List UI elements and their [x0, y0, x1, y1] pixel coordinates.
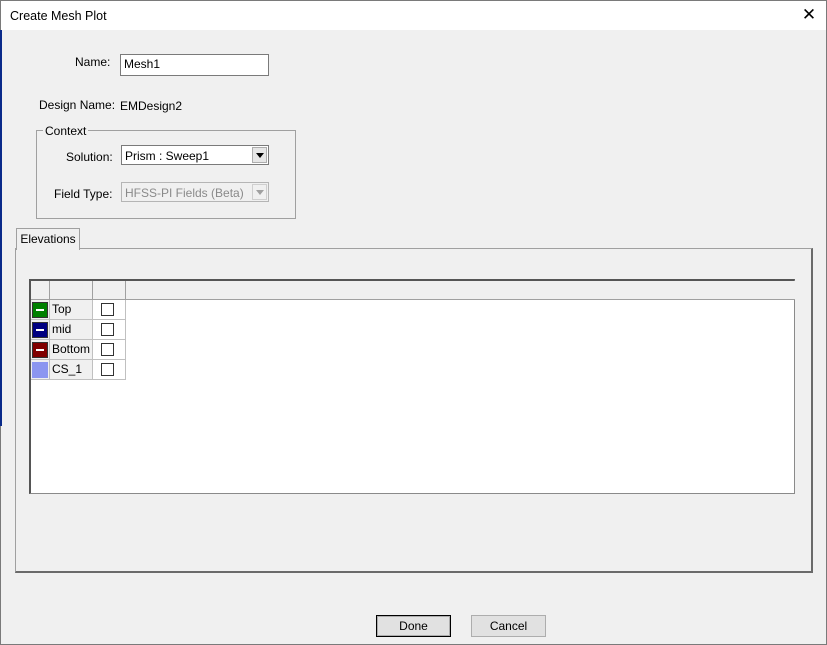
table-row[interactable]: Bottom [31, 340, 126, 360]
name-label: Name: [75, 55, 111, 69]
grid-corner-header [31, 281, 50, 300]
elevation-checkbox[interactable] [101, 303, 114, 316]
table-row[interactable]: mid [31, 320, 126, 340]
cancel-button[interactable]: Cancel [471, 615, 546, 637]
color-cell[interactable] [31, 300, 50, 320]
elevations-grid: Top mid Bottom CS_1 [29, 279, 795, 494]
name-column-header[interactable] [50, 281, 93, 300]
chevron-down-icon[interactable] [252, 147, 267, 163]
title-bar: Create Mesh Plot ✕ [1, 1, 826, 30]
field-type-label: Field Type: [54, 187, 113, 201]
table-row[interactable]: CS_1 [31, 360, 126, 380]
solution-label: Solution: [66, 150, 113, 164]
context-legend: Context [43, 124, 89, 138]
window-title: Create Mesh Plot [10, 9, 107, 23]
table-row[interactable]: Top [31, 300, 126, 320]
done-button[interactable]: Done [376, 615, 451, 637]
color-cell[interactable] [31, 360, 50, 380]
close-icon[interactable]: ✕ [800, 5, 818, 25]
color-swatch-icon[interactable] [32, 322, 48, 338]
field-type-dropdown[interactable]: HFSS-PI Fields (Beta) [121, 182, 269, 202]
chevron-down-icon [252, 184, 267, 200]
checkbox-cell[interactable] [93, 320, 126, 340]
color-swatch-icon[interactable] [32, 342, 48, 358]
solution-value: Prism : Sweep1 [125, 149, 210, 163]
solution-dropdown[interactable]: Prism : Sweep1 [121, 145, 269, 165]
elevation-checkbox[interactable] [101, 343, 114, 356]
color-swatch-icon[interactable] [32, 362, 48, 378]
tab-elevations[interactable]: Elevations [16, 228, 80, 250]
field-type-value: HFSS-PI Fields (Beta) [125, 186, 244, 200]
elevation-name: Bottom [50, 340, 93, 360]
color-cell[interactable] [31, 340, 50, 360]
elevation-name: Top [50, 300, 93, 320]
elevation-checkbox[interactable] [101, 323, 114, 336]
checkbox-cell[interactable] [93, 300, 126, 320]
color-cell[interactable] [31, 320, 50, 340]
elevation-name: CS_1 [50, 360, 93, 380]
checkbox-cell[interactable] [93, 360, 126, 380]
color-swatch-icon[interactable] [32, 302, 48, 318]
design-name-label: Design Name: [39, 98, 116, 112]
context-groupbox [36, 130, 296, 219]
design-name-value: EMDesign2 [120, 99, 183, 113]
checkbox-cell[interactable] [93, 340, 126, 360]
name-field[interactable]: Mesh1 [120, 54, 269, 76]
grid-header-filler [126, 281, 795, 300]
elevation-name: mid [50, 320, 93, 340]
window-edge-accent [0, 30, 2, 426]
elevation-checkbox[interactable] [101, 363, 114, 376]
visible-column-header[interactable] [93, 281, 126, 300]
